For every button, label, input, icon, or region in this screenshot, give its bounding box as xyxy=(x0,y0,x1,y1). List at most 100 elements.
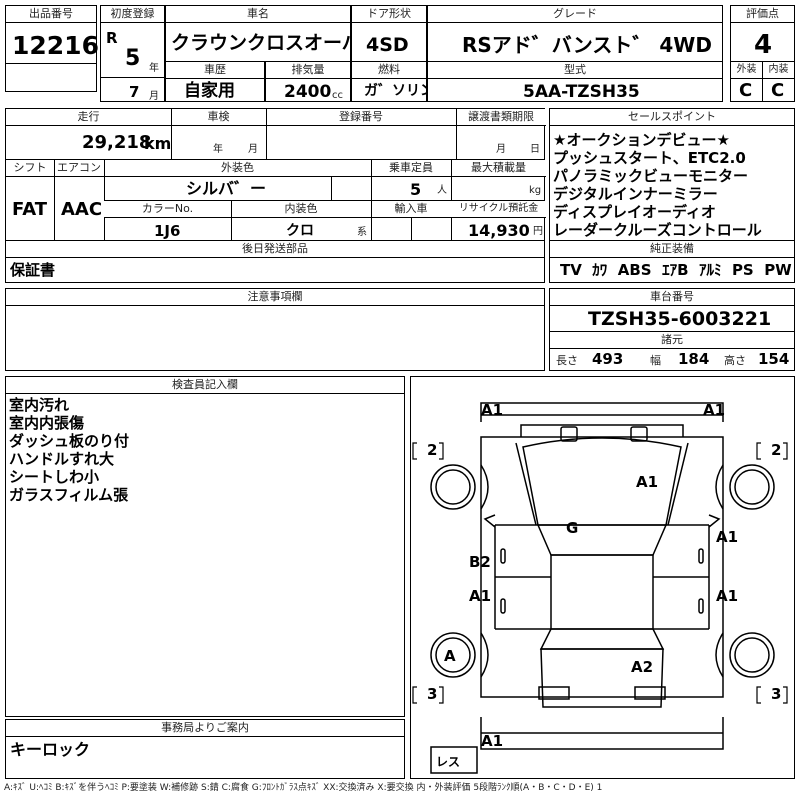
info-grid: 走行 車検 登録番号 譲渡書類期限 29,218 km 年 月 月 日 シフト … xyxy=(5,108,546,242)
model: 5AA-TZSH35 xyxy=(523,82,640,102)
sales-point: プッシュスタート、ETC2.0 xyxy=(553,149,746,167)
door-label: ドア形状 xyxy=(352,6,426,23)
transfer-month-unit: 月 xyxy=(496,144,506,155)
car-name-label: 車名 xyxy=(166,6,350,23)
month-unit: 月 xyxy=(149,91,159,102)
model-box: 型式 5AA-TZSH35 xyxy=(427,61,723,102)
sales-points-box: セールスポイント ★オークションデビュー★ プッシュスタート、ETC2.0 パノ… xyxy=(549,108,795,242)
mark-left-rear-door: A1 xyxy=(469,587,491,605)
lot-number: 12216 xyxy=(12,31,99,60)
door-type: 4SD xyxy=(366,34,409,56)
chassis-box: 車台番号 TZSH35-6003221 諸元 長さ 493 幅 184 高さ 1… xyxy=(549,288,795,371)
equipment-label: 純正装備 xyxy=(550,241,794,258)
first-reg-label: 初度登録 xyxy=(101,6,164,23)
bracket-left-lower: 3 xyxy=(427,685,437,703)
history: 自家用 xyxy=(184,81,235,101)
inspector-note: ダッシュ板のり付 xyxy=(9,432,130,450)
mark-right-front-door: A1 xyxy=(716,528,738,546)
air-conditioner: AAC xyxy=(61,199,103,220)
score-box: 評価点 4 xyxy=(730,5,795,62)
mark-front-right: A1 xyxy=(703,401,725,419)
sales-point: ★オークションデビュー★ xyxy=(553,131,730,149)
score: 4 xyxy=(754,30,773,60)
car-diagram-box: A1 A1 A1 G B2 A1 A1 A1 A A2 A1 2 2 3 3 レ… xyxy=(410,376,795,779)
recycle-unit: 円 xyxy=(533,226,543,237)
mark-rear-bumper: A1 xyxy=(481,732,503,750)
transfer-label: 譲渡書類期限 xyxy=(456,109,546,126)
width-label: 幅 xyxy=(650,354,661,367)
inspection-label: 車検 xyxy=(171,109,266,126)
int-color-label: 内装色 xyxy=(231,201,371,218)
lot-label: 出品番号 xyxy=(6,6,96,23)
interior-box: 内装 C xyxy=(762,61,795,102)
recycle-label: リサイクル預託金 xyxy=(451,201,546,218)
color-number: 1J6 xyxy=(154,222,181,240)
first-registration-box: 初度登録 R 5 年 7 月 xyxy=(100,5,165,102)
exterior-box: 外装 C xyxy=(730,61,763,102)
mark-front-left: A1 xyxy=(481,401,503,419)
grade: RSアド゛バンスト゛ 4WD xyxy=(462,33,712,57)
mileage-unit: km xyxy=(144,134,172,153)
load-label: 最大積載量 xyxy=(451,160,546,177)
mark-bonnet: A1 xyxy=(636,473,658,491)
equipment-box: 純正装備 TV ｶﾜ ABS ｴｱB ｱﾙﾐ PS PW xyxy=(549,240,795,283)
office-box: 事務局よりご案内 キーロック xyxy=(5,719,405,779)
equipment-item: ｱﾙﾐ xyxy=(698,261,722,279)
equipment-item: PW xyxy=(764,261,792,279)
sales-point: レーダークルーズコントロール xyxy=(553,221,762,239)
inspector-note: シートしわ小 xyxy=(9,468,100,486)
mileage: 29,218 xyxy=(82,132,152,153)
bracket-left-upper: 2 xyxy=(427,441,437,459)
bracket-right-lower: 3 xyxy=(771,685,781,703)
equipment-item: ｴｱB xyxy=(662,261,689,279)
length-label: 長さ xyxy=(556,354,578,367)
mark-roof: G xyxy=(566,519,578,537)
score-label: 評価点 xyxy=(731,6,794,23)
mark-left-rear-wheel: A xyxy=(444,647,456,665)
import-label: 輸入車 xyxy=(371,201,451,218)
fuel-box: 燃料 ガ゛ソリン xyxy=(351,61,434,102)
year-unit: 年 xyxy=(149,63,159,74)
mark-trunk: A2 xyxy=(631,658,653,676)
reg-number-label: 登録番号 xyxy=(266,109,456,126)
capacity-label: 乗車定員 xyxy=(371,160,451,177)
grade-box: グレード RSアド゛バンスト゛ 4WD xyxy=(427,5,723,62)
history-label: 車歴 xyxy=(166,62,264,79)
bracket-right-upper: 2 xyxy=(771,441,781,459)
equipment-item: ｶﾜ xyxy=(592,261,608,279)
recycle-fee: 14,930 xyxy=(468,221,530,240)
sales-points-label: セールスポイント xyxy=(550,109,794,126)
equipment-item: PS xyxy=(731,261,754,279)
later-parts-box: 後日発送部品 保証書 xyxy=(5,240,545,283)
int-color-unit: 系 xyxy=(357,227,367,238)
mileage-label: 走行 xyxy=(6,109,171,126)
later-parts-label: 後日発送部品 xyxy=(6,241,544,258)
load-unit: kg xyxy=(529,185,542,196)
height: 154 xyxy=(758,350,790,368)
inspector-note: ハンドルすれ大 xyxy=(9,450,115,468)
interior-color: クロ xyxy=(286,223,314,239)
inspector-note: 室内内張傷 xyxy=(9,414,85,432)
interior-label: 内装 xyxy=(763,62,794,79)
interior-grade: C xyxy=(771,80,785,101)
reg-year: 5 xyxy=(125,46,141,71)
chassis-label: 車台番号 xyxy=(550,289,794,306)
height-label: 高さ xyxy=(724,354,746,367)
grade-label: グレード xyxy=(428,6,722,23)
displacement: 2400 xyxy=(284,82,332,102)
sales-point: パノラミックビューモニター xyxy=(553,167,749,185)
color-label: 外装色 xyxy=(104,160,371,177)
ac-label: エアコン xyxy=(54,160,104,177)
capacity: 5 xyxy=(410,180,422,199)
sales-point: ディスプレイオーディオ xyxy=(553,203,716,221)
chassis-number: TZSH35-6003221 xyxy=(588,308,772,330)
fuel-label: 燃料 xyxy=(352,62,426,79)
inspection-month-unit: 月 xyxy=(248,144,258,155)
width: 184 xyxy=(678,350,710,368)
car-name-box: 車名 クラウンクロスオーバ゛ー xyxy=(165,5,399,62)
history-box: 車歴 自家用 xyxy=(165,61,265,102)
displacement-label: 排気量 xyxy=(266,62,350,79)
equipment-item: ABS xyxy=(617,261,652,279)
era: R xyxy=(106,29,118,47)
color-no-label: カラーNo. xyxy=(104,201,231,218)
